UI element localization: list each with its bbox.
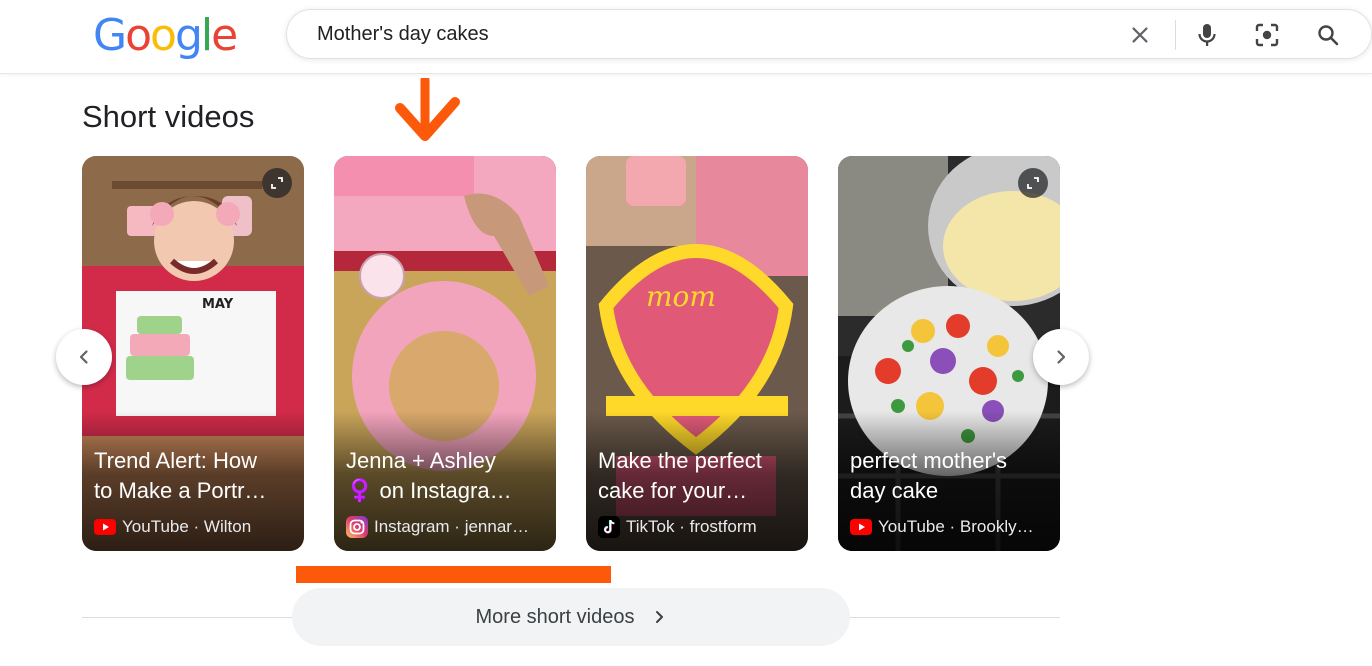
video-source: YouTube · Brookly… bbox=[850, 516, 1054, 538]
title-line: day cake bbox=[850, 478, 939, 503]
clear-icon[interactable] bbox=[1125, 20, 1155, 50]
search-input[interactable]: Mother's day cakes bbox=[317, 23, 489, 46]
chevron-right-icon bbox=[652, 610, 666, 624]
search-divider bbox=[1175, 20, 1176, 50]
logo-letter: l bbox=[200, 10, 213, 61]
source-label: TikTok · frostform bbox=[626, 517, 757, 536]
logo-letter: o bbox=[150, 10, 177, 61]
camera-lens-icon[interactable] bbox=[1252, 20, 1282, 50]
logo-letter: G bbox=[93, 10, 127, 61]
more-label: More short videos bbox=[475, 605, 635, 628]
chevron-right-icon bbox=[1057, 350, 1066, 364]
title-line: cake for your… bbox=[598, 478, 748, 503]
section-divider bbox=[848, 617, 1060, 618]
video-title: Trend Alert: How to Make a Portr… bbox=[94, 446, 296, 506]
instagram-icon bbox=[346, 516, 368, 538]
title-line: Trend Alert: How bbox=[94, 448, 258, 473]
annotation-underline bbox=[296, 566, 611, 583]
svg-text:mom: mom bbox=[646, 280, 716, 313]
tiktok-icon bbox=[598, 516, 620, 538]
video-title: Make the perfect cake for your… bbox=[598, 446, 800, 506]
video-title: Jenna + Ashley ♀️ on Instagra… bbox=[346, 446, 548, 506]
carousel-prev-button[interactable] bbox=[56, 329, 112, 385]
section-title: Short videos bbox=[82, 99, 255, 134]
title-line: ♀️ on Instagra… bbox=[346, 478, 512, 503]
search-box[interactable]: Mother's day cakes bbox=[286, 9, 1372, 59]
video-card[interactable]: Jenna + Ashley ♀️ on Instagra… Instagram… bbox=[334, 156, 556, 551]
expand-icon[interactable] bbox=[1018, 168, 1048, 198]
video-source: TikTok · frostform bbox=[598, 516, 802, 538]
source-label: Instagram · jennar… bbox=[374, 517, 529, 536]
title-line: Jenna + Ashley bbox=[346, 448, 496, 473]
source-label: YouTube · Brookly… bbox=[878, 517, 1034, 536]
video-source: Instagram · jennar… bbox=[346, 516, 550, 538]
more-short-videos-button[interactable]: More short videos bbox=[292, 588, 850, 646]
section-divider bbox=[82, 617, 294, 618]
youtube-icon bbox=[850, 516, 872, 538]
video-source: YouTube · Wilton bbox=[94, 516, 298, 538]
title-line: to Make a Portr… bbox=[94, 478, 267, 503]
youtube-icon bbox=[94, 516, 116, 538]
title-line: perfect mother's bbox=[850, 448, 1008, 473]
video-card[interactable]: MAY Trend Alert: How to Make a Portr… Yo… bbox=[82, 156, 304, 551]
search-icon[interactable] bbox=[1313, 20, 1343, 50]
microphone-icon[interactable] bbox=[1192, 20, 1222, 50]
google-logo[interactable]: Google bbox=[93, 10, 238, 61]
video-card[interactable]: mom Make the perfect cake for your… TikT… bbox=[586, 156, 808, 551]
logo-letter: g bbox=[174, 10, 203, 61]
video-title: perfect mother's day cake bbox=[850, 446, 1052, 506]
header-bar: Google Mother's day cakes bbox=[0, 0, 1372, 74]
title-line: Make the perfect bbox=[598, 448, 762, 473]
annotation-arrow-icon bbox=[395, 78, 460, 141]
expand-icon[interactable] bbox=[262, 168, 292, 198]
carousel-next-button[interactable] bbox=[1033, 329, 1089, 385]
chevron-left-icon bbox=[79, 350, 88, 364]
video-card[interactable]: perfect mother's day cake YouTube · Broo… bbox=[838, 156, 1060, 551]
logo-letter: o bbox=[125, 10, 152, 61]
svg-text:MAY: MAY bbox=[202, 297, 234, 312]
logo-letter: e bbox=[211, 10, 238, 61]
source-label: YouTube · Wilton bbox=[122, 517, 252, 536]
